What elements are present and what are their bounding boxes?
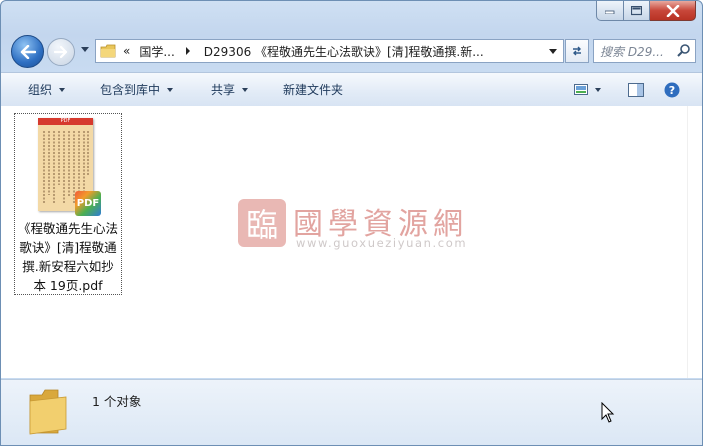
- folder-icon: [29, 389, 67, 435]
- command-bar: 组织 包含到库中 共享 新建文件夹 ?: [1, 72, 702, 107]
- chevron-down-icon: [595, 87, 601, 92]
- file-name-line: 撰.新安程六如抄: [22, 259, 114, 274]
- back-button[interactable]: [11, 35, 44, 68]
- breadcrumb-current[interactable]: D29306 《程敬通先生心法歌诀》[清]程敬通撰.新...: [204, 43, 484, 60]
- file-name-line: 《程敬通先生心法: [17, 221, 118, 236]
- maximize-button[interactable]: [624, 1, 650, 21]
- folder-icon: [100, 44, 116, 58]
- pdf-icon: PDF: [75, 191, 101, 216]
- chevron-down-icon: [167, 87, 174, 92]
- file-name-line: 本 19页.pdf: [33, 278, 103, 293]
- maximize-icon: [631, 5, 642, 15]
- search-placeholder[interactable]: 搜索 D29...: [600, 43, 672, 60]
- explorer-window: « 国学... D29306 《程敬通先生心法歌诀》[清]程敬通撰.新... 搜…: [0, 0, 703, 446]
- minimize-button[interactable]: [596, 1, 624, 21]
- minimize-icon: [605, 10, 615, 14]
- details-pane: 1 个对象: [1, 379, 702, 445]
- help-icon: ?: [664, 82, 680, 97]
- pdf-badge-label: PDF: [76, 198, 100, 209]
- refresh-icon: [573, 46, 581, 56]
- forward-button[interactable]: [47, 38, 75, 66]
- arrow-left-icon: [20, 44, 36, 59]
- new-folder-label: 新建文件夹: [283, 83, 344, 97]
- thumbnail-header: PDF: [38, 118, 93, 125]
- refresh-button[interactable]: [565, 39, 589, 63]
- watermark-url: www.guoxueziyuan.com: [296, 236, 468, 250]
- include-library-label: 包含到库中: [100, 83, 161, 97]
- file-name[interactable]: 《程敬通先生心法 歌诀》[清]程敬通 撰.新安程六如抄 本 19页.pdf: [15, 219, 121, 295]
- share-menu[interactable]: 共享: [211, 73, 249, 106]
- svg-text:?: ?: [669, 84, 675, 97]
- share-label: 共享: [211, 83, 236, 97]
- vertical-scrollbar[interactable]: [687, 106, 702, 378]
- chevron-right-icon[interactable]: [185, 47, 191, 55]
- search-box[interactable]: 搜索 D29...: [593, 39, 696, 63]
- close-button[interactable]: [650, 1, 696, 21]
- close-icon: [666, 4, 679, 17]
- arrow-right-icon: [54, 46, 68, 58]
- navigation-bar: « 国学... D29306 《程敬通先生心法歌诀》[清]程敬通撰.新... 搜…: [9, 35, 696, 68]
- breadcrumb-parent[interactable]: 国学...: [139, 43, 174, 60]
- search-icon[interactable]: [677, 43, 691, 57]
- breadcrumb-overflow[interactable]: «: [123, 44, 130, 58]
- new-folder-button[interactable]: 新建文件夹: [283, 73, 343, 106]
- organize-label: 组织: [28, 83, 53, 97]
- file-item[interactable]: PDF PDF 《程敬通先生心法 歌诀》[清]程敬通 撰.新安程六如抄 本 19…: [14, 113, 122, 295]
- recent-pages-dropdown[interactable]: [81, 47, 89, 52]
- organize-menu[interactable]: 组织: [28, 73, 66, 106]
- preview-pane-button[interactable]: [628, 73, 644, 106]
- watermark: 臨 國學資源網 www.guoxueziyuan.com: [238, 199, 468, 253]
- view-icon: [574, 83, 588, 95]
- help-button[interactable]: ?: [664, 73, 680, 106]
- caption-buttons: [596, 1, 696, 21]
- file-list[interactable]: PDF PDF 《程敬通先生心法 歌诀》[清]程敬通 撰.新安程六如抄 本 19…: [1, 106, 687, 378]
- address-bar[interactable]: « 国学... D29306 《程敬通先生心法歌诀》[清]程敬通撰.新...: [95, 39, 564, 63]
- chevron-down-icon: [59, 87, 66, 92]
- chevron-down-icon: [242, 87, 249, 92]
- include-library-menu[interactable]: 包含到库中: [100, 73, 174, 106]
- item-count: 1 个对象: [92, 394, 142, 409]
- watermark-seal-logo: 臨: [238, 199, 286, 247]
- address-dropdown[interactable]: [549, 49, 557, 54]
- file-name-line: 歌诀》[清]程敬通: [19, 240, 117, 255]
- change-view-button[interactable]: [574, 73, 601, 106]
- mouse-pointer-icon: [601, 402, 615, 423]
- preview-pane-icon: [628, 82, 644, 97]
